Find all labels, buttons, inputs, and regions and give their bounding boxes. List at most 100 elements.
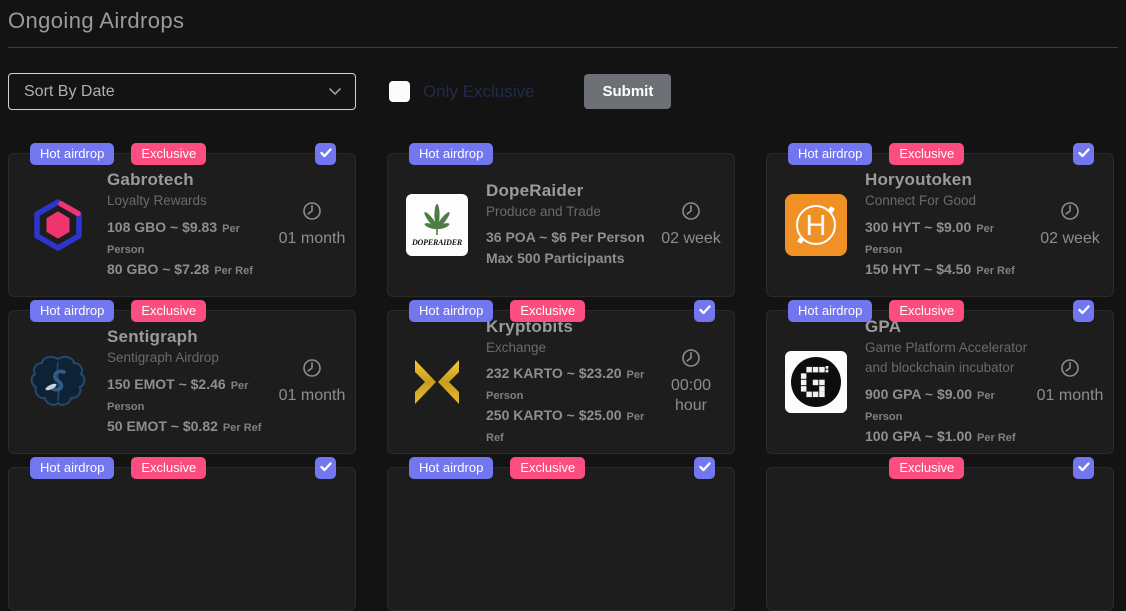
chevron-down-icon xyxy=(329,83,341,101)
card-checkbox[interactable] xyxy=(315,143,336,165)
airdrop-subtitle: Game Platform Accelerator and blockchain… xyxy=(865,340,1028,375)
card-badges: Hot airdrop Exclusive xyxy=(30,457,207,479)
airdrop-card-partial[interactable]: Hot airdrop Exclusive xyxy=(387,457,735,611)
card-checkbox[interactable] xyxy=(1073,300,1094,322)
horyoutoken-h-logo: H xyxy=(767,194,865,256)
card-body: Gabrotech Loyalty Rewards 108 GBO ~ $9.8… xyxy=(9,154,355,296)
exclusive-badge: Exclusive xyxy=(131,300,207,322)
reward-line: 50 EMOT ~ $0.82 Per Ref xyxy=(107,417,262,434)
card-body: GPA Game Platform Accelerator and blockc… xyxy=(767,311,1113,453)
airdrop-title: Sentigraph xyxy=(107,327,198,347)
reward-lines: 150 EMOT ~ $2.46 Per Person 50 EMOT ~ $0.8… xyxy=(107,374,273,437)
card-checkbox[interactable] xyxy=(694,300,715,322)
reward-lines: 108 GBO ~ $9.83 Per Person 80 GBO ~ $7.28 P… xyxy=(107,217,273,280)
card-badges: Hot airdrop Exclusive xyxy=(788,143,965,165)
kryptobits-x-logo xyxy=(388,354,486,410)
check-icon xyxy=(319,145,332,163)
reward-line: 300 HYT ~ $9.00 Per Person xyxy=(865,218,994,256)
reward-line: Max 500 Participants xyxy=(486,250,625,267)
reward-line: 36 POA ~ $6 Per Person xyxy=(486,229,645,246)
sort-by-select[interactable]: Sort By Date xyxy=(8,73,356,110)
airdrop-card[interactable]: Hot airdrop Exclusive Kryptobits Exchang… xyxy=(387,300,735,454)
header-divider xyxy=(8,47,1118,48)
gpa-g-logo xyxy=(767,351,865,413)
reward-lines: 232 KARTO ~ $23.20 Per Person 250 KARTO ~ … xyxy=(486,363,652,447)
card-badges: Hot airdrop Exclusive xyxy=(409,300,586,322)
airdrop-grid: Hot airdrop Exclusive Gabrotech Loyalty … xyxy=(8,143,1126,611)
time-remaining: 00:00 hour xyxy=(654,348,734,416)
card-badges: Hot airdrop Exclusive xyxy=(788,300,965,322)
duration-text: 02 week xyxy=(1040,230,1100,247)
reward-lines: 900 GPA ~ $9.00 Per Person 100 GPA ~ $1.00… xyxy=(865,384,1031,447)
hot-airdrop-badge: Hot airdrop xyxy=(409,143,494,165)
airdrop-card[interactable]: Hot airdrop Exclusive Gabrotech Loyalty … xyxy=(8,143,356,297)
check-icon xyxy=(1077,302,1090,320)
duration-text: 01 month xyxy=(278,387,346,404)
airdrop-card-partial[interactable]: Hot airdrop Exclusive xyxy=(8,457,356,611)
clock-icon xyxy=(1060,202,1080,225)
airdrop-subtitle: Connect For Good xyxy=(865,193,977,209)
clock-icon xyxy=(681,202,701,225)
check-icon xyxy=(1077,145,1090,163)
gabrotech-hexagon-logo xyxy=(9,198,107,252)
reward-line: 150 HYT ~ $4.50 Per Ref xyxy=(865,260,1015,277)
reward-lines: 300 HYT ~ $9.00 Per Person 150 HYT ~ $4.50… xyxy=(865,217,1031,280)
airdrop-card[interactable]: Hot airdrop Exclusive DOPERAIDER DopeRai… xyxy=(387,143,735,297)
reward-line: 108 GBO ~ $9.83 Per Person xyxy=(107,218,240,256)
submit-button[interactable]: Submit xyxy=(584,74,672,109)
card-checkbox[interactable] xyxy=(1073,457,1094,479)
clock-icon xyxy=(1060,359,1080,382)
reward-line: 80 GBO ~ $7.28 Per Ref xyxy=(107,260,253,277)
duration-text: 02 week xyxy=(661,230,721,247)
exclusive-badge: Exclusive xyxy=(131,143,207,165)
time-remaining: 02 week xyxy=(654,201,734,249)
card-badges: Hot airdrop Exclusive xyxy=(30,143,207,165)
card-badges: Hot airdrop Exclusive xyxy=(788,457,965,479)
reward-lines: 36 POA ~ $6 Per Person Max 500 Participan… xyxy=(486,227,652,269)
duration-text: 01 month xyxy=(278,230,346,247)
svg-text:H: H xyxy=(806,210,827,242)
exclusive-badge: Exclusive xyxy=(131,457,207,479)
time-remaining: 01 month xyxy=(1033,358,1113,406)
duration-text: 01 month xyxy=(1036,387,1104,404)
exclusive-badge: Exclusive xyxy=(889,143,965,165)
airdrop-card[interactable]: Hot airdrop Exclusive GPA Game Platform … xyxy=(766,300,1114,454)
exclusive-badge: Exclusive xyxy=(889,300,965,322)
card-badges: Hot airdrop Exclusive xyxy=(409,457,586,479)
reward-line: 150 EMOT ~ $2.46 Per Person xyxy=(107,375,249,413)
page-title: Ongoing Airdrops xyxy=(8,8,185,33)
time-remaining: 01 month xyxy=(275,201,355,249)
airdrop-subtitle: Sentigraph Airdrop xyxy=(107,350,219,366)
only-exclusive-control: Only Exclusive xyxy=(389,81,534,102)
filter-controls: Sort By Date Only Exclusive Submit xyxy=(8,73,1118,110)
duration-text: 00:00 hour xyxy=(670,377,712,414)
reward-line: 100 GPA ~ $1.00 Per Ref xyxy=(865,427,1016,444)
airdrop-card-partial[interactable]: Hot airdrop Exclusive xyxy=(766,457,1114,611)
hot-airdrop-badge: Hot airdrop xyxy=(30,143,115,165)
card-checkbox[interactable] xyxy=(694,457,715,479)
page-header: Ongoing Airdrops xyxy=(0,0,1126,34)
airdrop-subtitle: Produce and Trade xyxy=(486,203,601,219)
only-exclusive-label: Only Exclusive xyxy=(423,81,535,101)
card-checkbox[interactable] xyxy=(1073,143,1094,165)
airdrop-title: Gabrotech xyxy=(107,170,194,190)
reward-line: 250 KARTO ~ $25.00 Per Ref xyxy=(486,407,645,445)
hot-airdrop-badge: Hot airdrop xyxy=(30,457,115,479)
airdrop-subtitle: Exchange xyxy=(486,339,547,355)
only-exclusive-checkbox[interactable] xyxy=(389,81,410,102)
airdrop-card[interactable]: Hot airdrop Exclusive Sentigraph Sentigr… xyxy=(8,300,356,454)
airdrop-subtitle: Loyalty Rewards xyxy=(107,193,207,209)
card-body: Sentigraph Sentigraph Airdrop 150 EMOT ~… xyxy=(9,311,355,453)
reward-line: 900 GPA ~ $9.00 Per Person xyxy=(865,385,995,423)
exclusive-badge: Exclusive xyxy=(889,457,965,479)
card-body: DOPERAIDER DopeRaider Produce and Trade … xyxy=(388,154,734,296)
hot-airdrop-badge: Hot airdrop xyxy=(788,143,873,165)
hot-airdrop-badge: Hot airdrop xyxy=(409,300,494,322)
check-icon xyxy=(698,302,711,320)
doperaider-wordmark: DOPERAIDER xyxy=(411,238,462,247)
airdrop-card[interactable]: Hot airdrop Exclusive H Horyoutoken Conn… xyxy=(766,143,1114,297)
airdrop-title: Horyoutoken xyxy=(865,170,973,190)
card-checkbox[interactable] xyxy=(315,457,336,479)
sentigraph-brain-logo xyxy=(9,353,107,411)
clock-icon xyxy=(302,202,322,225)
